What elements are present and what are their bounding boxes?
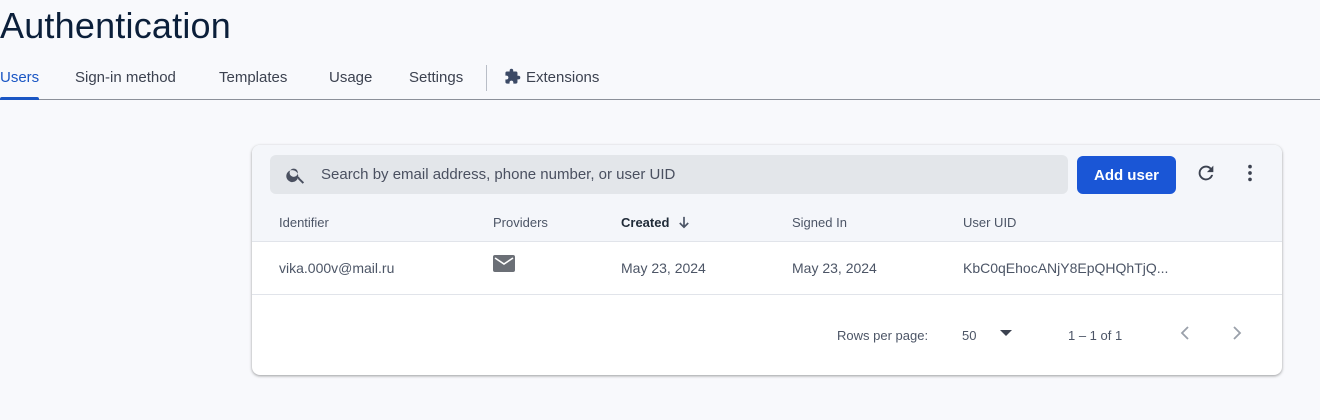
- cell-created: May 23, 2024: [621, 260, 706, 276]
- tab-users[interactable]: Users: [0, 56, 40, 100]
- previous-page-button[interactable]: [1172, 322, 1198, 348]
- rows-per-page-select[interactable]: 50: [962, 326, 1012, 346]
- chevron-right-icon: [1231, 325, 1243, 346]
- cell-user-uid: KbC0qEhocANjY8EpQHQhTjQ...: [963, 260, 1169, 276]
- search-bar[interactable]: [270, 155, 1068, 194]
- page-title: Authentication: [0, 5, 231, 46]
- pagination-range: 1 – 1 of 1: [1068, 328, 1123, 343]
- refresh-icon: [1195, 162, 1217, 189]
- rows-per-page-label: Rows per page:: [837, 328, 929, 343]
- search-icon: [285, 164, 307, 186]
- tab-usage[interactable]: Usage: [329, 56, 372, 99]
- cell-identifier: vika.000v@mail.ru: [279, 260, 395, 276]
- next-page-button[interactable]: [1224, 322, 1250, 348]
- tab-settings[interactable]: Settings: [409, 56, 463, 99]
- cell-signed-in: May 23, 2024: [792, 260, 877, 276]
- column-header-user-uid[interactable]: User UID: [963, 215, 1016, 230]
- table-row[interactable]: vika.000v@mail.ru May 23, 2024 May 23, 2…: [252, 242, 1282, 295]
- tab-divider: [486, 65, 487, 91]
- rows-per-page-value: 50: [962, 328, 977, 343]
- tab-bar: Users Sign-in method Templates Usage Set…: [0, 56, 1320, 100]
- email-icon: [493, 255, 515, 278]
- users-card: Add user Identifier Providers Created Si…: [252, 145, 1282, 375]
- column-header-signed-in[interactable]: Signed In: [792, 215, 847, 230]
- column-header-created[interactable]: Created: [621, 215, 691, 233]
- tab-extensions-label: Extensions: [526, 69, 600, 86]
- arrow-down-icon: [677, 215, 691, 233]
- column-header-created-label: Created: [621, 215, 670, 230]
- chevron-left-icon: [1179, 325, 1191, 346]
- column-header-identifier[interactable]: Identifier: [279, 215, 329, 230]
- tab-templates[interactable]: Templates: [219, 56, 287, 99]
- users-card-header: Add user Identifier Providers Created Si…: [252, 145, 1282, 242]
- refresh-button[interactable]: [1189, 158, 1223, 192]
- puzzle-icon: [504, 59, 521, 102]
- more-vert-icon: [1239, 162, 1261, 189]
- column-header-providers[interactable]: Providers: [493, 215, 548, 230]
- tab-sign-in-method[interactable]: Sign-in method: [75, 56, 176, 99]
- more-options-button[interactable]: [1233, 158, 1267, 192]
- add-user-button[interactable]: Add user: [1077, 156, 1176, 194]
- search-input[interactable]: [319, 165, 1043, 184]
- caret-down-icon: [1000, 330, 1012, 336]
- tab-extensions[interactable]: Extensions: [504, 56, 599, 99]
